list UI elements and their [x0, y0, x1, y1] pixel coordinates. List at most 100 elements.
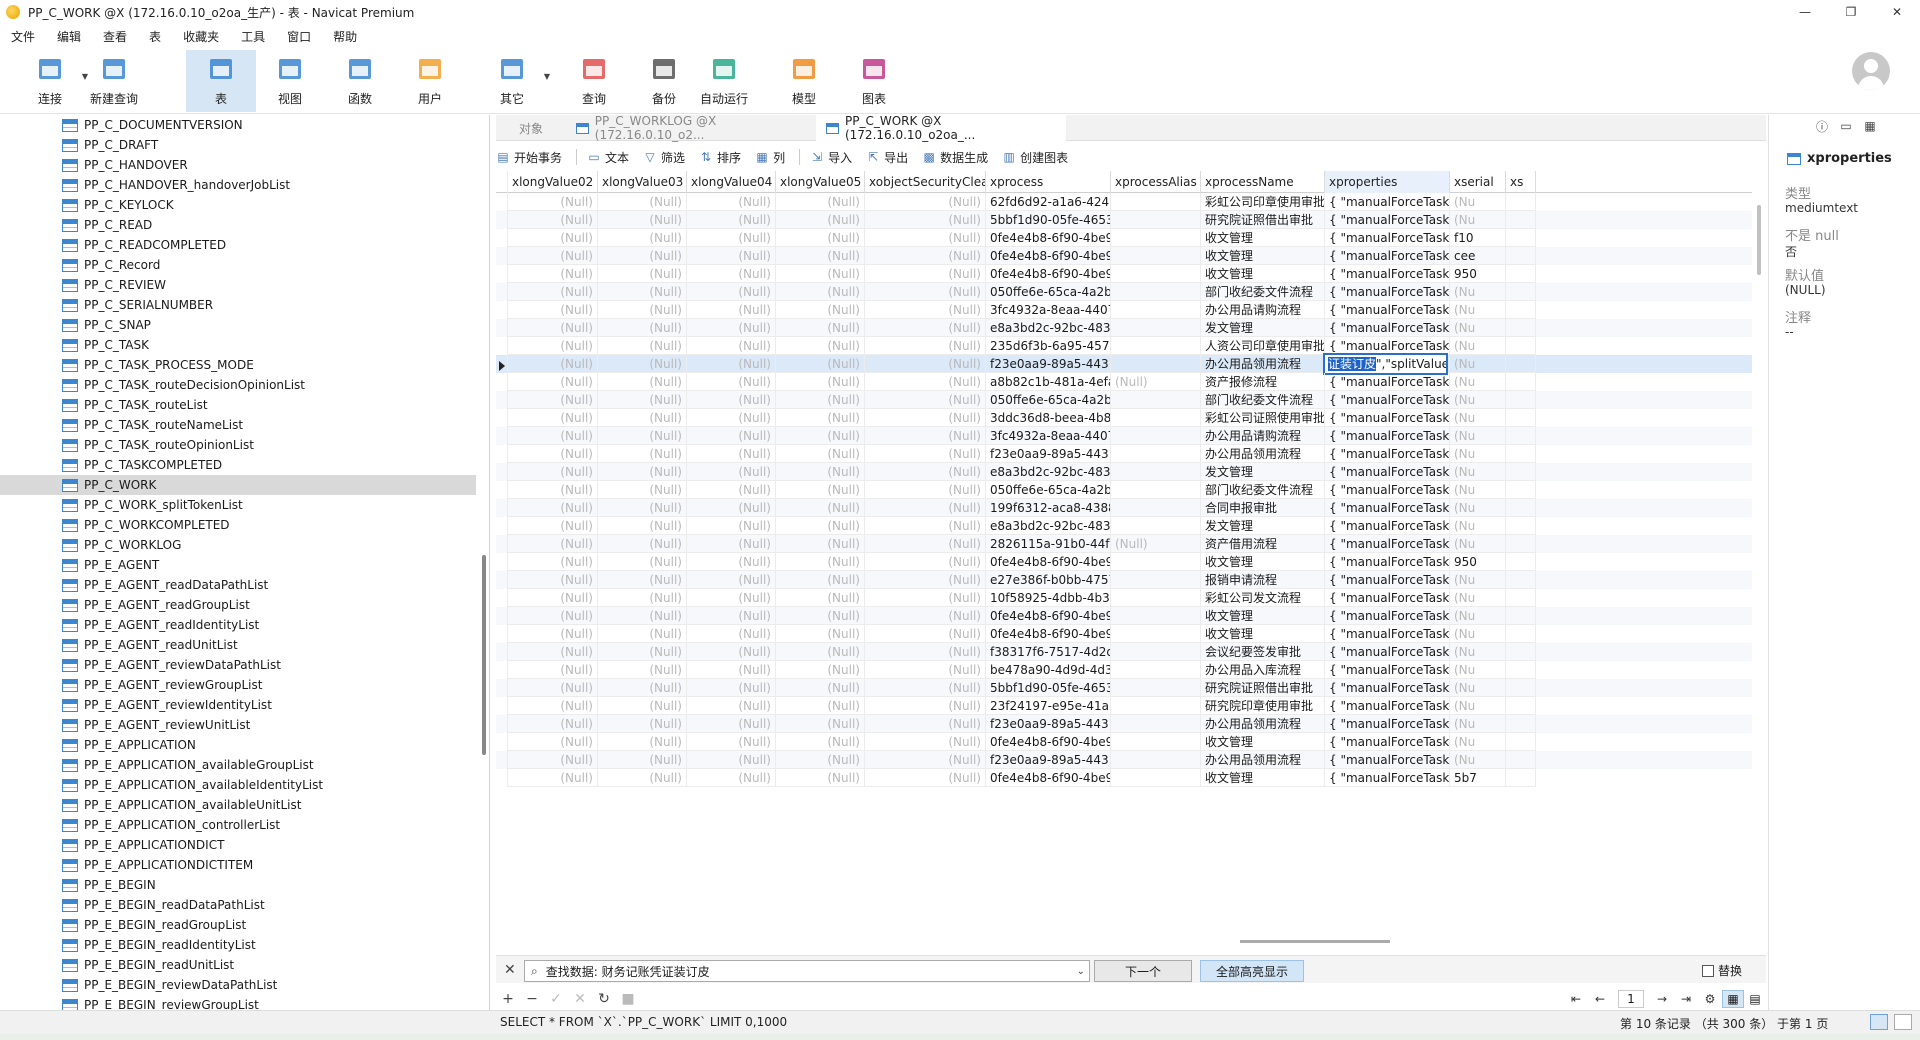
grid-cell[interactable]: 彩虹公司证照使用审批 — [1201, 409, 1325, 427]
grid-cell[interactable]: { "manualForceTaskIder — [1325, 517, 1450, 535]
grid-cell[interactable]: { "manualForceTaskIder — [1325, 643, 1450, 661]
grid-cell[interactable] — [1111, 481, 1201, 499]
grid-cell[interactable]: (Null) — [687, 481, 776, 499]
grid-cell[interactable]: { "manualForceTaskIder — [1325, 625, 1450, 643]
grid-cell[interactable]: 部门收纪委文件流程 — [1201, 481, 1325, 499]
minimize-button[interactable]: — — [1782, 0, 1828, 24]
grid-cell[interactable]: (Null) — [776, 751, 865, 769]
grid-cell[interactable]: 0fe4e4b8-6f90-4be9-afc — [986, 247, 1111, 265]
grid-cell[interactable]: (Null) — [598, 427, 687, 445]
menu-tools[interactable]: 工具 — [230, 28, 276, 45]
sidebar-table-item[interactable]: PP_C_KEYLOCK — [0, 195, 476, 215]
grid-cell[interactable]: e27e386f-b0bb-4757-8c — [986, 571, 1111, 589]
grid-cell[interactable]: (Null) — [776, 301, 865, 319]
grid-cell[interactable] — [1111, 427, 1201, 445]
grid-cell[interactable]: (Null) — [865, 355, 986, 373]
grid-cell[interactable]: (Null) — [865, 337, 986, 355]
grid-cell[interactable]: (Null) — [687, 319, 776, 337]
grid-cell[interactable] — [1506, 517, 1536, 535]
grid-cell[interactable]: (Null) — [508, 409, 598, 427]
grid-cell[interactable]: (Null) — [687, 535, 776, 553]
row-marker[interactable] — [496, 589, 508, 607]
toolbar-view-button[interactable]: 视图 — [262, 50, 318, 112]
close-find-icon[interactable]: ✕ — [504, 962, 516, 978]
grid-cell[interactable]: (Null) — [598, 715, 687, 733]
grid-cell[interactable]: (Null) — [776, 589, 865, 607]
grid-cell[interactable]: (Nu — [1450, 625, 1506, 643]
grid-cell[interactable]: (Nu — [1450, 751, 1506, 769]
grid-cell[interactable]: (Null) — [687, 391, 776, 409]
sidebar-table-item[interactable]: PP_C_DRAFT — [0, 135, 476, 155]
grid-cell[interactable] — [1506, 319, 1536, 337]
first-page-icon[interactable]: ⇤ — [1564, 992, 1588, 1006]
grid-cell[interactable]: (Null) — [865, 373, 986, 391]
grid-cell[interactable]: (Null) — [687, 445, 776, 463]
grid-cell[interactable]: (Null) — [598, 661, 687, 679]
grid-cell[interactable]: (Null) — [865, 661, 986, 679]
row-marker[interactable] — [496, 211, 508, 229]
refresh-icon[interactable]: ↻ — [592, 991, 616, 1007]
grid-cell[interactable]: 收文管理 — [1201, 247, 1325, 265]
grid-cell[interactable]: 收文管理 — [1201, 553, 1325, 571]
grid-cell[interactable]: 0fe4e4b8-6f90-4be9-afc — [986, 229, 1111, 247]
grid-cell[interactable]: (Null) — [776, 607, 865, 625]
sidebar-table-item[interactable]: PP_C_HANDOVER — [0, 155, 476, 175]
replace-toggle[interactable]: 替换 — [1701, 962, 1742, 979]
grid-cell[interactable]: 办公用品请购流程 — [1201, 301, 1325, 319]
table-row[interactable]: (Null) (Null) (Null) (Null) (Null) 3ddc36d8-b… — [496, 409, 1752, 427]
grid-cell[interactable]: { "manualForceTaskIder — [1325, 715, 1450, 733]
grid-cell[interactable]: (Null) — [865, 643, 986, 661]
grid-cell[interactable] — [1111, 733, 1201, 751]
menu-view[interactable]: 查看 — [92, 28, 138, 45]
grid-cell[interactable]: (Null) — [508, 193, 598, 211]
grid-cell[interactable]: (Nu — [1450, 517, 1506, 535]
grid-cell[interactable]: 0fe4e4b8-6f90-4be9-afc — [986, 553, 1111, 571]
grid-cell[interactable]: (Null) — [776, 733, 865, 751]
table-row[interactable]: (Null) (Null) (Null) (Null) (Null) 0fe4e4b8-6… — [496, 769, 1752, 787]
grid-cell[interactable]: (Null) — [508, 715, 598, 733]
grid-cell[interactable]: f23e0aa9-89a5-4431-87 — [986, 751, 1111, 769]
sidebar-table-item[interactable]: PP_E_APPLICATION_availableGroupList — [0, 755, 476, 775]
grid-cell[interactable]: (Null) — [687, 679, 776, 697]
sidebar-table-item[interactable]: PP_E_BEGIN — [0, 875, 476, 895]
table-row[interactable]: (Null) (Null) (Null) (Null) (Null) 050ffe6e-6… — [496, 481, 1752, 499]
sidebar-table-item[interactable]: PP_E_BEGIN_reviewDataPathList — [0, 975, 476, 995]
grid-cell[interactable]: (Null) — [598, 409, 687, 427]
find-input[interactable]: ⌕ 查找数据: 财务记账凭证装订皮 ⌄ — [524, 960, 1090, 982]
table-row[interactable]: (Null) (Null) (Null) (Null) (Null) 10f58925-4… — [496, 589, 1752, 607]
grid-cell[interactable] — [1506, 751, 1536, 769]
table-row[interactable]: (Null) (Null) (Null) (Null) (Null) 0fe4e4b8-6… — [496, 733, 1752, 751]
grid-cell[interactable] — [1111, 553, 1201, 571]
grid-cell[interactable]: 3fc4932a-8eaa-4407-96c — [986, 301, 1111, 319]
grid-cell[interactable]: (Null) — [508, 355, 598, 373]
grid-cell[interactable]: (Null) — [687, 715, 776, 733]
grid-cell[interactable]: { "manualForceTaskIder — [1325, 391, 1450, 409]
table-row[interactable]: (Null) (Null) (Null) (Null) (Null) 23f24197-e… — [496, 697, 1752, 715]
grid-cell[interactable]: { "manualForceTaskIder — [1325, 481, 1450, 499]
toolbar-other-button[interactable]: 其它 ▼ — [484, 50, 550, 112]
grid-cell[interactable] — [1506, 229, 1536, 247]
grid-cell[interactable]: 950 — [1450, 265, 1506, 283]
grid-cell[interactable]: (Null) — [508, 247, 598, 265]
grid-cell[interactable]: { "manualForceTaskIder — [1325, 193, 1450, 211]
chevron-down-icon[interactable]: ⌄ — [1077, 966, 1085, 977]
grid-cell[interactable]: 收文管理 — [1201, 769, 1325, 787]
grid-cell[interactable]: 办公用品请购流程 — [1201, 427, 1325, 445]
grid-cell[interactable]: (Null) — [1111, 373, 1201, 391]
grid-cell[interactable]: (Null) — [865, 499, 986, 517]
grid-cell[interactable]: { "manualForceTaskIder — [1325, 427, 1450, 445]
grid-cell[interactable]: (Null) — [598, 697, 687, 715]
grid-cell[interactable]: (Null) — [776, 355, 865, 373]
grid-cell[interactable]: (Null) — [865, 571, 986, 589]
sidebar-table-item[interactable]: PP_E_AGENT_reviewGroupList — [0, 675, 476, 695]
sidebar-table-item[interactable]: PP_C_WORKLOG — [0, 535, 476, 555]
table-row[interactable]: (Null) (Null) (Null) (Null) (Null) f38317f6-7… — [496, 643, 1752, 661]
menu-table[interactable]: 表 — [138, 28, 172, 45]
grid-cell[interactable]: (Null) — [687, 301, 776, 319]
table-row[interactable]: (Null) (Null) (Null) (Null) (Null) e27e386f-b… — [496, 571, 1752, 589]
current-row-arrow-icon[interactable] — [496, 355, 508, 373]
grid-cell[interactable]: { "manualForceTaskIder — [1325, 589, 1450, 607]
grid-cell[interactable]: (Null) — [865, 193, 986, 211]
row-marker[interactable] — [496, 733, 508, 751]
grid-cell[interactable]: (Null) — [598, 337, 687, 355]
